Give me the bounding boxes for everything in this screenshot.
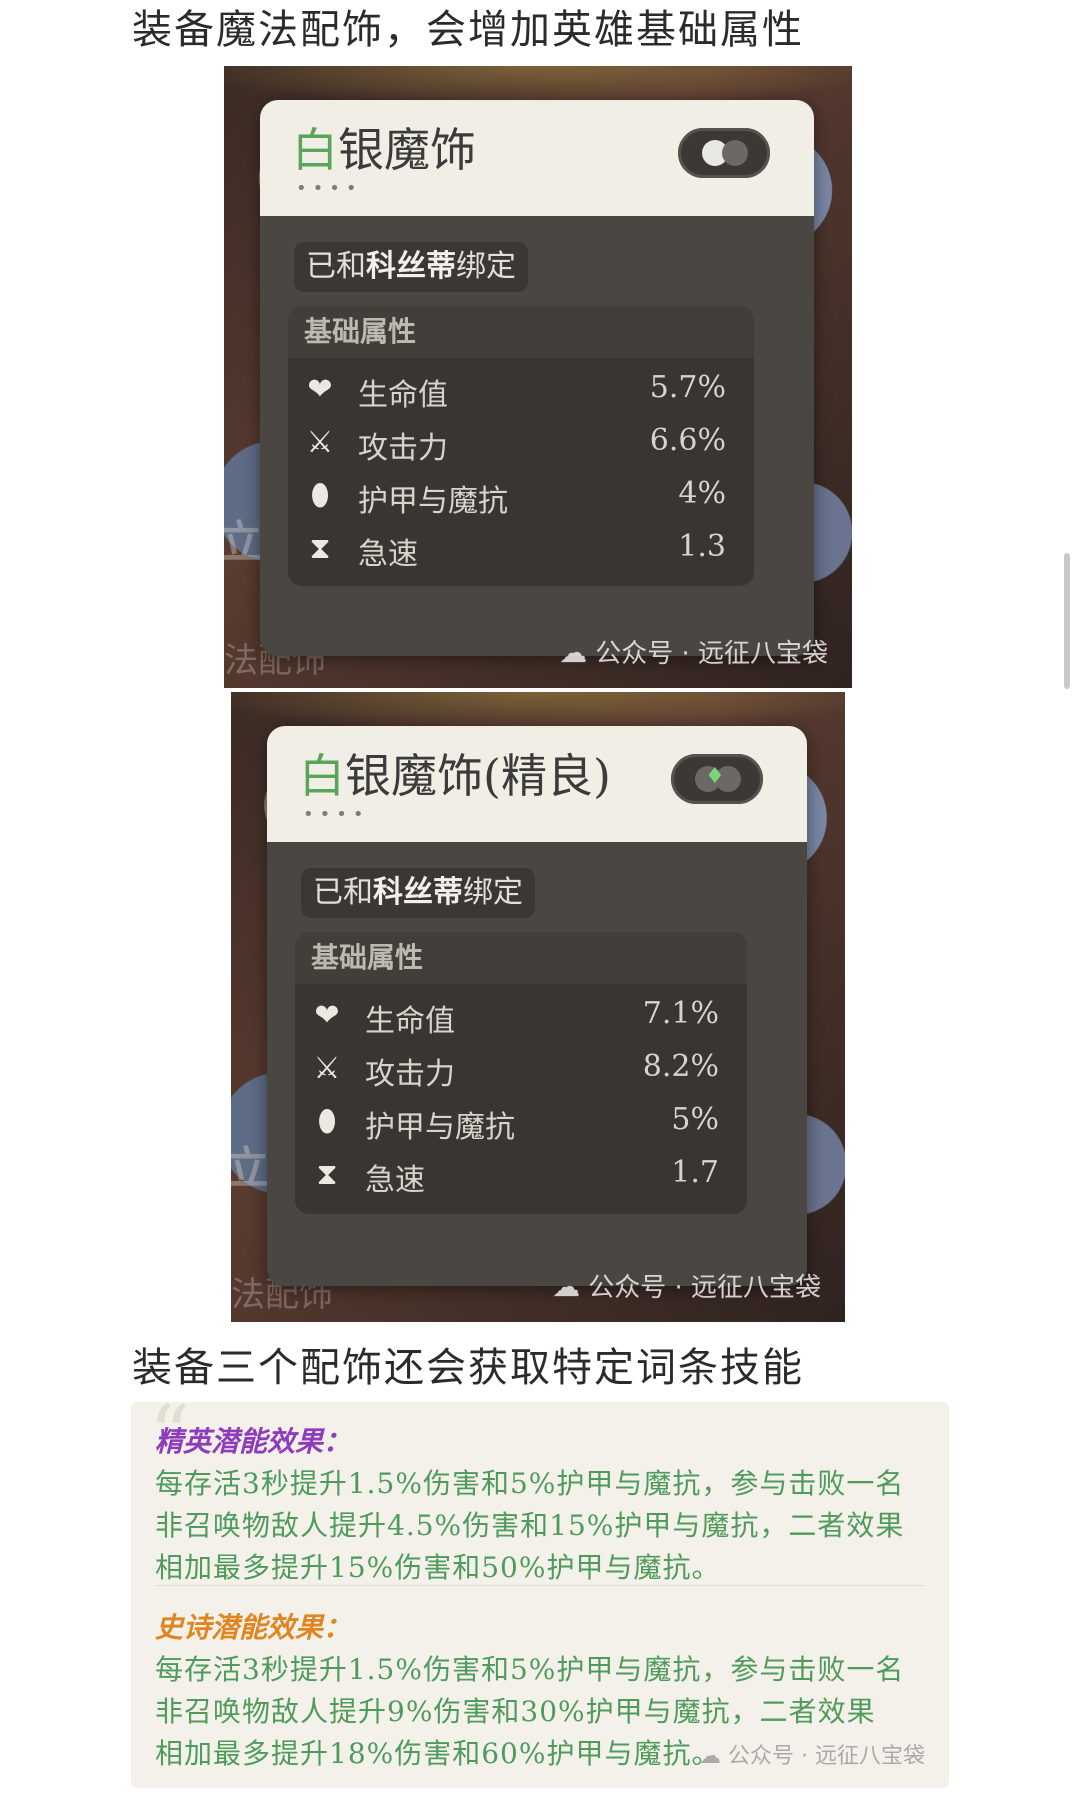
stat-name: 急速 [365,1163,425,1198]
epic-effect-line: 每存活3秒提升1.5%伤害和5%护甲与魔抗，参与击败一名 [155,1653,905,1686]
heart-icon: ❤ [307,372,333,407]
card-title-rest: 银魔饰 [338,123,476,177]
bound-prefix: 已和 [306,249,366,284]
stat-value: 1.7 [671,1155,719,1190]
bound-prefix: 已和 [313,875,373,910]
item-toggle[interactable] [678,128,770,178]
watermark-text: 公众号 · 远征八宝袋 [588,1273,821,1303]
watermark: ☁ 公众号 · 远征八宝袋 [559,633,828,670]
intro-heading: 装备魔法配饰，会增加英雄基础属性 [132,7,804,53]
card-header: 白银魔饰 •••• [260,100,814,216]
accessory-screenshot-2: 立白 法配饰 白银魔饰(精良) •••• ♦ 已和科丝蒂绑定 基础属性 ❤ 生命… [231,692,845,1322]
stat-name: 生命值 [358,378,448,413]
stat-value: 4% [678,476,726,511]
stat-value: 1.3 [678,529,726,564]
stat-value: 6.6% [649,423,726,458]
stat-value: 8.2% [642,1049,719,1084]
stat-name: 护甲与魔抗 [365,1110,515,1145]
stat-row-haste: ⧗ 急速 1.3 [302,525,726,577]
epic-effect-line: 相加最多提升18%伤害和60%护甲与魔抗。 [155,1737,721,1770]
stat-value: 7.1% [642,996,719,1031]
card-title-first-char: 白 [299,749,345,803]
stat-name: 急速 [358,537,418,572]
rarity-dots: •••• [296,178,363,199]
accessory-card: 白银魔饰 •••• 已和科丝蒂绑定 基础属性 ❤ 生命值 5.7% ⚔ 攻击力 … [260,100,814,656]
toggle-knob-shadow-icon [722,140,748,166]
stat-row-hp: ❤ 生命值 5.7% [302,366,726,418]
card-title: 白银魔饰 [292,114,476,180]
stat-name: 护甲与魔抗 [358,484,508,519]
watermark: ☁ 公众号 · 远征八宝袋 [699,1738,925,1770]
elite-effect-line: 相加最多提升15%伤害和50%护甲与魔抗。 [155,1551,721,1584]
base-stats-panel: 基础属性 ❤ 生命值 7.1% ⚔ 攻击力 8.2% ⬮ 护甲与魔抗 5% ⧗ … [295,932,747,1214]
bound-hero-name: 科丝蒂 [366,249,456,284]
set-bonus-heading: 装备三个配饰还会获取特定词条技能 [132,1345,804,1391]
rarity-dots: •••• [303,804,370,825]
stat-value: 5.7% [649,370,726,405]
elite-effect-line: 非召唤物敌人提升4.5%伤害和15%护甲与魔抗，二者效果 [155,1509,905,1542]
hourglass-icon: ⧗ [309,531,331,566]
epic-effect-line: 非召唤物敌人提升9%伤害和30%护甲与魔抗，二者效果 [155,1695,876,1728]
stat-name: 攻击力 [358,431,448,466]
stat-row-haste: ⧗ 急速 1.7 [309,1151,719,1203]
accessory-card: 白银魔饰(精良) •••• ♦ 已和科丝蒂绑定 基础属性 ❤ 生命值 7.1% … [267,726,807,1286]
stat-value: 5% [671,1102,719,1137]
wechat-icon: ☁ [559,636,588,669]
shield-icon: ⬮ [317,1104,337,1139]
bound-suffix: 绑定 [456,249,516,284]
potential-effects-panel: “ 精英潜能效果： 每存活3秒提升1.5%伤害和5%护甲与魔抗，参与击败一名 非… [131,1388,949,1788]
watermark-text: 公众号 · 远征八宝袋 [595,639,828,669]
hourglass-icon: ⧗ [316,1157,338,1192]
epic-potential-label: 史诗潜能效果： [155,1611,352,1644]
scrollbar-thumb[interactable] [1064,553,1070,689]
item-toggle[interactable]: ♦ [671,754,763,804]
stat-row-attack: ⚔ 攻击力 6.6% [302,419,726,471]
bound-suffix: 绑定 [463,875,523,910]
stat-row-armor: ⬮ 护甲与魔抗 4% [302,472,726,524]
stat-row-armor: ⬮ 护甲与魔抗 5% [309,1098,719,1150]
elite-potential-label: 精英潜能效果： [155,1425,352,1458]
sword-icon: ⚔ [306,425,334,460]
shield-icon: ⬮ [310,478,330,513]
card-title-first-char: 白 [292,123,338,177]
accessory-screenshot-1: 立白 法配饰 白银魔饰 •••• 已和科丝蒂绑定 基础属性 ❤ 生命值 5.7%… [224,66,852,688]
base-stats-title: 基础属性 [295,932,747,984]
elite-effect-line: 每存活3秒提升1.5%伤害和5%护甲与魔抗，参与击败一名 [155,1467,905,1500]
gem-icon: ♦ [705,764,725,789]
stat-row-attack: ⚔ 攻击力 8.2% [309,1045,719,1097]
wechat-icon: ☁ [699,1744,729,1769]
watermark-text: 公众号 · 远征八宝袋 [728,1744,925,1769]
card-header: 白银魔饰(精良) •••• ♦ [267,726,807,842]
wechat-icon: ☁ [552,1270,581,1303]
stat-name: 生命值 [365,1004,455,1039]
heart-icon: ❤ [314,998,340,1033]
bound-hero-tag: 已和科丝蒂绑定 [294,242,528,292]
card-title-rest: 银魔饰(精良) [345,749,611,803]
base-stats-title: 基础属性 [288,306,754,358]
base-stats-panel: 基础属性 ❤ 生命值 5.7% ⚔ 攻击力 6.6% ⬮ 护甲与魔抗 4% ⧗ … [288,306,754,586]
bound-hero-tag: 已和科丝蒂绑定 [301,868,535,918]
stat-row-hp: ❤ 生命值 7.1% [309,992,719,1044]
bound-hero-name: 科丝蒂 [373,875,463,910]
watermark: ☁ 公众号 · 远征八宝袋 [552,1267,821,1304]
card-title: 白银魔饰(精良) [299,740,611,806]
section-divider [155,1585,925,1586]
stat-name: 攻击力 [365,1057,455,1092]
sword-icon: ⚔ [313,1051,341,1086]
